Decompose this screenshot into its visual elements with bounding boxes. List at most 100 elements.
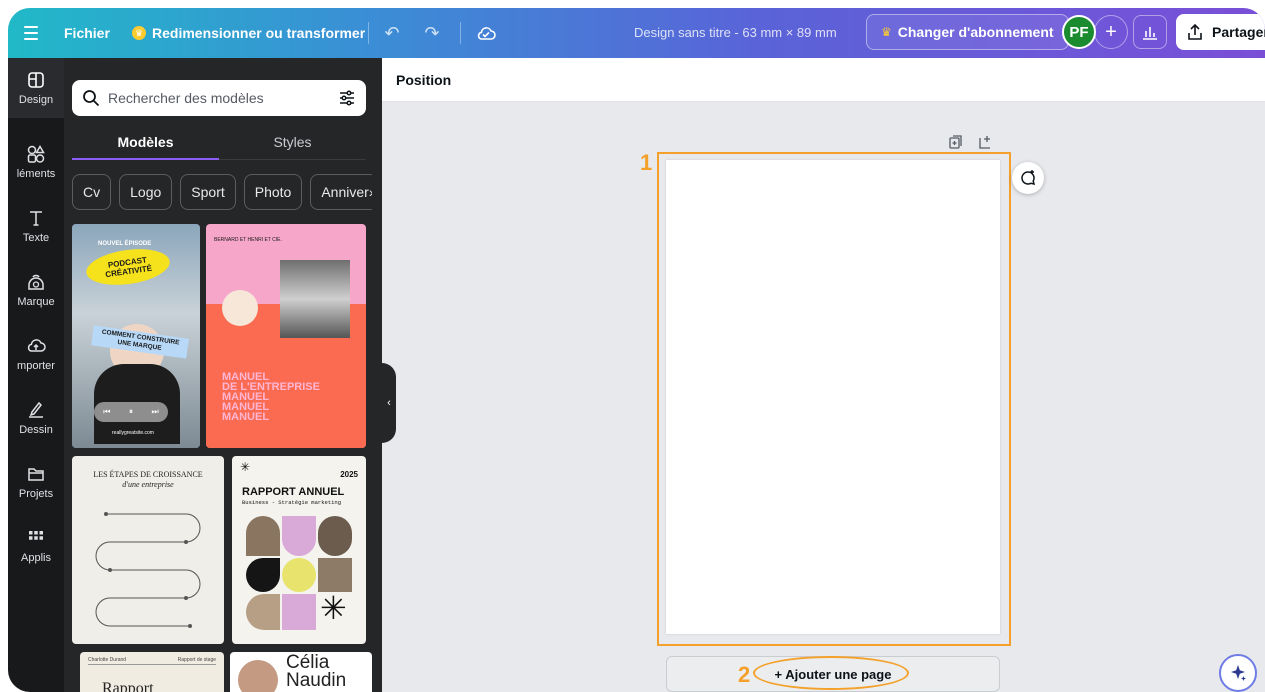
magic-assistant-button[interactable] bbox=[1219, 654, 1257, 692]
duplicate-page-icon[interactable] bbox=[948, 134, 964, 150]
template-shape bbox=[246, 558, 280, 592]
asterisk-icon: ✳ bbox=[240, 460, 251, 474]
chip-photo[interactable]: Photo bbox=[243, 174, 303, 210]
upgrade-button[interactable]: ♛ Changer d'abonnement bbox=[866, 14, 1069, 50]
bar-chart-icon bbox=[1143, 27, 1157, 40]
template-text: d'une entreprise bbox=[122, 480, 174, 489]
player-controls: ⏮ ⏸ ⏭ bbox=[94, 402, 168, 422]
upgrade-label: Changer d'abonnement bbox=[897, 24, 1054, 40]
template-text: LES ÉTAPES DE CROISSANCE bbox=[93, 470, 203, 479]
menu-icon[interactable] bbox=[18, 17, 44, 49]
position-button[interactable]: Position bbox=[396, 72, 451, 88]
category-chips: Cv Logo Sport Photo Anniver› bbox=[72, 174, 372, 210]
text-icon bbox=[30, 211, 42, 226]
filter-icon[interactable] bbox=[338, 89, 356, 107]
share-label: Partager bbox=[1212, 24, 1265, 40]
template-text: Rapport bbox=[102, 680, 154, 692]
template-name: Célia Naudin bbox=[286, 653, 346, 690]
template-shape bbox=[282, 516, 316, 556]
layout-icon bbox=[28, 72, 44, 88]
collapse-panel-handle[interactable]: ‹ bbox=[382, 363, 396, 443]
rail-label: Projets bbox=[18, 488, 54, 500]
template-text: MANUEL bbox=[222, 411, 270, 423]
rail-label: Texte bbox=[22, 232, 50, 244]
avatar[interactable]: PF bbox=[1062, 15, 1096, 49]
template-text: BERNARD ET HENRI ET CIE. bbox=[214, 237, 282, 243]
app-window: Fichier ♛ Redimensionner ou transformer … bbox=[8, 8, 1265, 692]
search-icon bbox=[83, 90, 100, 107]
template-text: RAPPORT ANNUEL bbox=[242, 486, 345, 498]
search-input[interactable]: Rechercher des modèles bbox=[72, 80, 366, 116]
panel-tabs: Modèles Styles bbox=[72, 128, 366, 160]
divider bbox=[460, 22, 461, 44]
rail-item-design[interactable]: Design bbox=[8, 58, 64, 118]
timeline-graphic bbox=[95, 512, 201, 628]
template-shape bbox=[282, 594, 316, 630]
crown-icon: ♛ bbox=[132, 26, 146, 40]
template-croissance[interactable]: LES ÉTAPES DE CROISSANCE d'une entrepris… bbox=[72, 456, 224, 644]
brand-icon bbox=[28, 274, 44, 290]
rail-item-projects[interactable]: Projets bbox=[8, 452, 64, 512]
shapes-icon bbox=[27, 145, 45, 163]
crown-icon: ♛ bbox=[881, 25, 892, 39]
template-text: Business - Stratégie marketing bbox=[242, 499, 342, 506]
template-podcast[interactable]: NOUVEL ÉPISODE PODCAST CRÉATIVITÉ COMMEN… bbox=[72, 224, 200, 448]
stats-button[interactable] bbox=[1133, 15, 1167, 49]
annotation-number-2: 2 bbox=[738, 662, 751, 687]
apps-icon bbox=[29, 531, 43, 540]
sparkle-icon bbox=[1231, 665, 1246, 681]
rail-item-upload[interactable]: mporter bbox=[8, 324, 64, 384]
upload-icon bbox=[27, 339, 46, 352]
folder-icon bbox=[28, 468, 44, 481]
template-rapport-stage[interactable]: Charlotte Durand Rapport de stage Rappor… bbox=[80, 652, 224, 692]
share-button[interactable]: Partager bbox=[1176, 14, 1265, 50]
canvas-area: Position ‹ 1 + Ajouter une page 2 bbox=[382, 58, 1265, 692]
rail-item-brand[interactable]: Marque bbox=[8, 260, 64, 320]
comment-button[interactable] bbox=[1012, 162, 1044, 194]
rail-item-draw[interactable]: Dessin bbox=[8, 388, 64, 448]
template-text: Rapport de stage bbox=[177, 657, 216, 663]
divider bbox=[368, 22, 369, 44]
tab-templates[interactable]: Modèles bbox=[72, 128, 219, 160]
template-shape bbox=[318, 516, 352, 556]
rail-item-elements[interactable]: léments bbox=[8, 132, 64, 192]
asterisk-icon: ✳ bbox=[320, 590, 347, 626]
template-rapport-annuel[interactable]: ✳ 2025 RAPPORT ANNUEL Business - Stratég… bbox=[232, 456, 366, 644]
cloud-saved-icon[interactable] bbox=[470, 17, 502, 49]
chip-logo[interactable]: Logo bbox=[119, 174, 173, 210]
document-title[interactable]: Design sans titre - 63 mm × 89 mm bbox=[634, 25, 837, 40]
template-celia[interactable]: Célia Naudin bbox=[230, 652, 372, 692]
rail-label: Design bbox=[18, 94, 54, 106]
template-text: Charlotte Durand bbox=[88, 657, 127, 663]
draw-icon bbox=[29, 401, 43, 418]
chevron-right-icon: › bbox=[369, 184, 372, 200]
tab-styles[interactable]: Styles bbox=[219, 128, 366, 160]
rail-label: Dessin bbox=[19, 424, 53, 436]
annotation-box-1 bbox=[657, 152, 1011, 646]
undo-icon[interactable]: ↶ bbox=[376, 17, 408, 49]
search-placeholder: Rechercher des modèles bbox=[108, 90, 264, 106]
redo-icon[interactable]: ↷ bbox=[416, 17, 448, 49]
add-page-icon[interactable] bbox=[978, 134, 994, 150]
add-comment-icon bbox=[1021, 170, 1036, 185]
rail-item-text[interactable]: Texte bbox=[8, 196, 64, 256]
chip-sport[interactable]: Sport bbox=[180, 174, 236, 210]
resize-button[interactable]: ♛ Redimensionner ou transformer bbox=[132, 17, 365, 49]
template-text: 2025 bbox=[340, 470, 358, 479]
file-menu[interactable]: Fichier bbox=[64, 17, 110, 49]
template-photo bbox=[238, 660, 278, 692]
template-title: MANUEL DE L'ENTREPRISE MANUEL MANUEL MAN… bbox=[222, 372, 320, 423]
template-shape bbox=[318, 558, 352, 592]
add-member-button[interactable]: + bbox=[1094, 15, 1128, 49]
file-menu-label: Fichier bbox=[64, 25, 110, 41]
chip-cv[interactable]: Cv bbox=[72, 174, 112, 210]
template-shape bbox=[246, 594, 280, 630]
template-manuel[interactable]: BERNARD ET HENRI ET CIE. MANUEL DE L'ENT… bbox=[206, 224, 366, 448]
left-rail: Design léments Texte Marque mporter Dess… bbox=[8, 58, 64, 692]
template-text: reallygreatsite.com bbox=[112, 430, 154, 436]
chip-anniversaire[interactable]: Anniver› bbox=[310, 174, 372, 210]
template-photo bbox=[280, 260, 350, 338]
rail-label: léments bbox=[16, 168, 56, 180]
rail-item-apps[interactable]: Applis bbox=[8, 516, 64, 576]
top-bar: Fichier ♛ Redimensionner ou transformer … bbox=[8, 8, 1265, 58]
